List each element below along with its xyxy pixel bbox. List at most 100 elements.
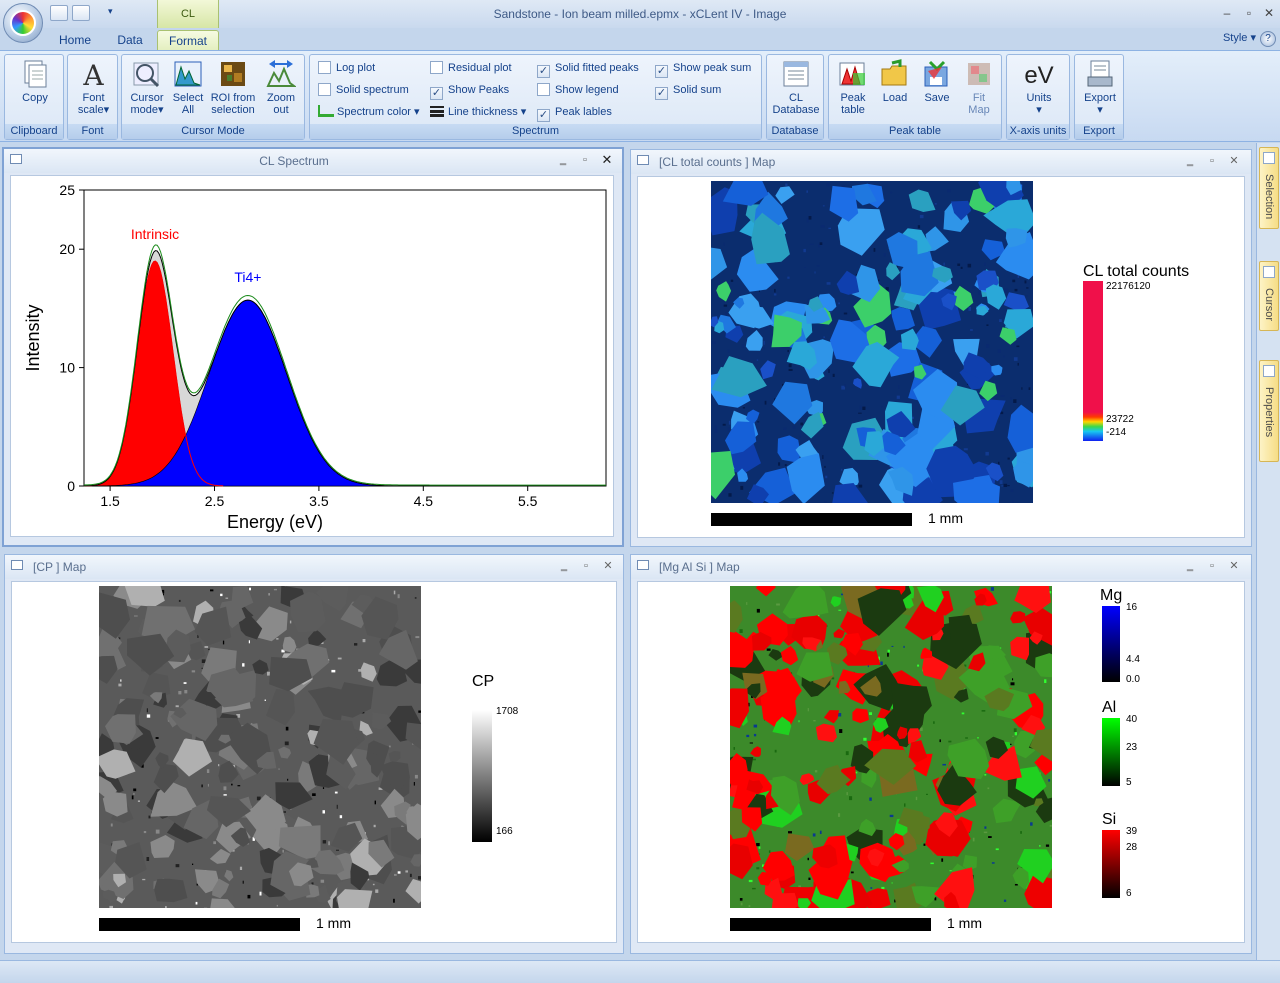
line-thickness-icon (430, 106, 444, 117)
panel-maximize-icon[interactable]: ▫ (1205, 154, 1219, 168)
cursor-mode-button[interactable]: Cursor mode▾ (125, 59, 169, 123)
group-clipboard: Copy Clipboard (4, 54, 64, 140)
tab-data[interactable]: Data (108, 30, 152, 50)
show-peaks-checkbox[interactable]: ✓ Show Peaks (430, 81, 510, 100)
show-peak-sum-label: Show peak sum (673, 62, 752, 74)
select-all-button[interactable]: Select All (171, 59, 205, 123)
mg-al-si-map-image[interactable] (730, 586, 1052, 908)
panel-close-icon[interactable]: ✕ (1227, 154, 1241, 168)
panel-minimize-icon[interactable]: ‗ (556, 153, 570, 167)
line-thickness-dropdown[interactable]: Line thickness ▾ (430, 103, 526, 121)
cl-map-area[interactable]: 1 mm CL total counts 22176120 23722 -214 (637, 176, 1245, 538)
units-button[interactable]: eV Units ▾ (1011, 59, 1067, 123)
application-menu-button[interactable] (3, 3, 43, 43)
cp-map-image[interactable] (99, 586, 421, 908)
group-label-peak-table: Peak table (829, 124, 1001, 139)
minimize-window-button[interactable]: ‒ (1216, 4, 1238, 22)
panel-title: [Mg Al Si ] Map (659, 560, 740, 574)
panel-title-bar[interactable]: [CP ] Map ‗ ▫ ✕ (5, 555, 623, 579)
export-button[interactable]: Export ▾ (1078, 59, 1122, 123)
panel-mg-al-si-map[interactable]: [Mg Al Si ] Map ‗ ▫ ✕ 1 mm Mg 16 4.4 0.0… (630, 554, 1252, 954)
spectrum-chart[interactable]: 1.5 2.5 3.5 4.5 5.5 0 10 20 25 Energy (eV) Intensi… (11, 176, 615, 538)
dock-tab-cursor[interactable]: Cursor (1259, 261, 1279, 331)
colorbar-max-label: 22176120 (1106, 281, 1151, 292)
cl-database-button[interactable]: CL Database (770, 59, 822, 123)
peak-labels-label: Peak lables (555, 106, 612, 118)
panel-title-bar[interactable]: [CL total counts ] Map ‗ ▫ ✕ (631, 150, 1251, 174)
solid-spectrum-checkbox[interactable]: Solid spectrum (318, 81, 409, 99)
peak-table-button[interactable]: Peak table (833, 59, 873, 123)
spectrum-color-dropdown[interactable]: Spectrum color ▾ (318, 103, 420, 121)
panel-cl-spectrum[interactable]: CL Spectrum ‗ ▫ ✕ 1.5 2.5 3.5 4.5 5.5 0 10 20 25… (2, 147, 624, 547)
show-legend-check (537, 83, 550, 96)
maximize-window-button[interactable]: ▫ (1238, 4, 1260, 22)
show-legend-checkbox[interactable]: Show legend (537, 81, 619, 99)
panel-cl-total-counts-map[interactable]: [CL total counts ] Map ‗ ▫ ✕ 1 mm CL tot… (630, 149, 1252, 547)
solid-sum-checkbox[interactable]: ✓ Solid sum (655, 81, 721, 100)
panel-close-icon[interactable]: ✕ (600, 153, 614, 167)
style-menu[interactable]: Style ▾ (1223, 31, 1256, 44)
show-peak-sum-checkbox[interactable]: ✓ Show peak sum (655, 59, 752, 78)
panel-title: [CL total counts ] Map (659, 155, 776, 169)
tab-format[interactable]: Format (157, 30, 219, 50)
group-x-axis-units: eV Units ▾ X-axis units (1006, 54, 1070, 140)
fit-map-button[interactable]: Fit Map (959, 59, 999, 123)
panel-title-bar[interactable]: CL Spectrum ‗ ▫ ✕ (4, 149, 622, 173)
font-scale-button[interactable]: A Font scale▾ (72, 59, 115, 123)
y-axis-label: Intensity (23, 304, 43, 371)
load-button[interactable]: Load (875, 59, 915, 123)
panel-minimize-icon[interactable]: ‗ (1183, 559, 1197, 573)
si-colorbar-title: Si (1102, 811, 1117, 828)
x-tick-label-3: 4.5 (414, 493, 434, 509)
peak-table-label-2: table (841, 104, 865, 116)
copy-button[interactable]: Copy (11, 59, 59, 123)
y-tick-label-1: 10 (59, 360, 75, 376)
line-thickness-label: Line thickness (448, 106, 518, 118)
select-all-spectrum-icon (174, 61, 202, 87)
roi-label: ROI from (210, 92, 256, 104)
close-window-button[interactable]: ✕ (1258, 4, 1280, 22)
show-peaks-label: Show Peaks (448, 84, 510, 96)
status-bar (0, 960, 1280, 983)
panel-maximize-icon[interactable]: ▫ (579, 559, 593, 573)
magnifier-chart-icon (133, 62, 160, 88)
mg-colorbar-title: Mg (1100, 587, 1123, 604)
panel-close-icon[interactable]: ✕ (1227, 559, 1241, 573)
save-button[interactable]: Save (917, 59, 957, 123)
panel-title-bar[interactable]: [Mg Al Si ] Map ‗ ▫ ✕ (631, 555, 1251, 579)
si-mid-label: 28 (1126, 842, 1138, 853)
load-folder-icon (881, 59, 907, 86)
dock-tab-label: Cursor (1263, 288, 1275, 322)
mg-al-si-map-area[interactable]: 1 mm Mg 16 4.4 0.0 Al 40 23 5 Si 39 28 6 (637, 581, 1245, 943)
dock-tab-label: Properties (1263, 387, 1275, 438)
group-label-export: Export (1075, 124, 1123, 139)
spectrum-color-label: Spectrum color (337, 106, 411, 118)
cp-map-grains (99, 586, 421, 908)
panel-maximize-icon[interactable]: ▫ (578, 153, 592, 167)
residual-plot-checkbox[interactable]: Residual plot (430, 59, 512, 77)
zoom-out-button[interactable]: Zoom out (261, 59, 301, 123)
panel-maximize-icon[interactable]: ▫ (1205, 559, 1219, 573)
peak-labels-checkbox[interactable]: ✓ Peak lables (537, 103, 612, 122)
log-plot-checkbox[interactable]: Log plot (318, 59, 375, 77)
cl-map-image[interactable] (711, 181, 1033, 503)
solid-fitted-peaks-checkbox[interactable]: ✓ Solid fitted peaks (537, 59, 639, 78)
cp-map-area[interactable]: 1 mm CP 1708 166 (11, 581, 617, 943)
si-colorbar (1102, 830, 1120, 898)
tab-home[interactable]: Home (52, 30, 98, 50)
properties-icon (1263, 365, 1275, 377)
panel-minimize-icon[interactable]: ‗ (557, 559, 571, 573)
panel-close-icon[interactable]: ✕ (601, 559, 615, 573)
window-title: Sandstone - Ion beam milled.epmx - xCLen… (493, 7, 787, 21)
help-icon[interactable]: ? (1260, 31, 1276, 47)
dock-tab-properties[interactable]: Properties (1259, 360, 1279, 462)
x-tick-label-1: 2.5 (205, 493, 225, 509)
cl-map-grains (711, 181, 1033, 503)
dock-tab-selection[interactable]: Selection (1259, 147, 1279, 229)
roi-from-selection-button[interactable]: ROI from selection (208, 59, 258, 123)
panel-minimize-icon[interactable]: ‗ (1183, 154, 1197, 168)
spectrum-plot-area[interactable]: 1.5 2.5 3.5 4.5 5.5 0 10 20 25 Energy (eV) Intensi… (10, 175, 614, 537)
cursor-mode-label-2: mode (130, 104, 158, 116)
fit-map-icon (968, 63, 990, 85)
panel-cp-map[interactable]: [CP ] Map ‗ ▫ ✕ 1 mm CP 1708 166 (4, 554, 624, 954)
